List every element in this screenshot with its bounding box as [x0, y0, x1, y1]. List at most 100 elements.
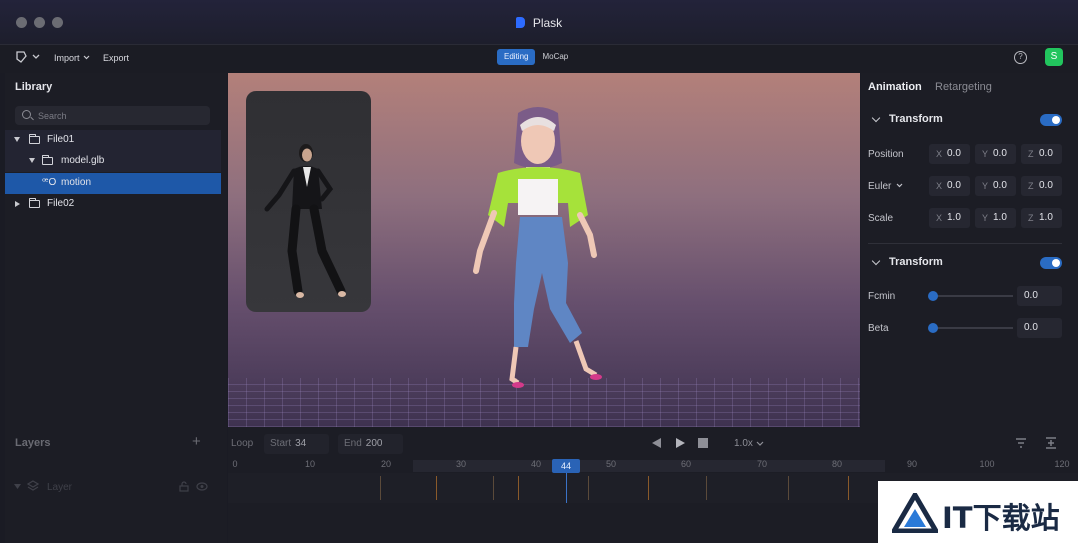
chevron-down-icon[interactable] [32, 54, 40, 60]
tree-item-label: model.glb [61, 155, 105, 166]
tick-label: 70 [756, 459, 768, 469]
playback-speed-select[interactable]: 1.0x [734, 438, 753, 449]
keyframe-marker[interactable] [380, 476, 381, 500]
beta-slider[interactable] [933, 327, 1013, 329]
tick-label: 60 [680, 459, 692, 469]
euler-y-field[interactable]: Y 0.0 [975, 176, 1016, 196]
plask-logo-icon [515, 17, 525, 28]
tab-animation[interactable]: Animation [868, 81, 922, 93]
end-frame-field[interactable]: End 200 [338, 434, 403, 454]
scale-y-field[interactable]: Y 1.0 [975, 208, 1016, 228]
3d-character-model [473, 107, 602, 388]
unlock-icon[interactable] [179, 481, 190, 492]
tree-item-motion[interactable]: ꟹO motion [5, 173, 221, 194]
import-menu[interactable]: Import [54, 53, 80, 63]
keyframe-marker[interactable] [493, 476, 494, 500]
caret-down-icon[interactable] [29, 158, 35, 163]
position-y-field[interactable]: Y 0.0 [975, 144, 1016, 164]
filter-icon[interactable] [1014, 436, 1028, 450]
library-panel: Library File01 model.glb ꟹO motion File0… [5, 73, 227, 543]
stop-icon[interactable] [698, 438, 708, 448]
euler-z-value: 0.0 [1039, 180, 1053, 191]
keyframe-marker[interactable] [648, 476, 649, 500]
site-watermark: IT下载站 [878, 481, 1078, 543]
tab-retargeting[interactable]: Retargeting [935, 81, 992, 93]
scale-y-value: 1.0 [993, 212, 1007, 223]
keyframe-marker[interactable] [588, 476, 589, 500]
start-frame-field[interactable]: Start 34 [264, 434, 329, 454]
export-menu[interactable]: Export [103, 53, 129, 63]
tick-label: 120 [1054, 459, 1070, 469]
user-avatar[interactable]: S [1045, 48, 1063, 66]
tree-item-model-glb[interactable]: model.glb [5, 151, 221, 172]
euler-dropdown[interactable]: Euler [868, 181, 891, 192]
position-y-value: 0.0 [993, 148, 1007, 159]
reference-person-image [264, 144, 346, 298]
keyframe-marker[interactable] [788, 476, 789, 500]
euler-y-value: 0.0 [993, 180, 1007, 191]
keyframe-marker[interactable] [706, 476, 707, 500]
title-bar: Plask [0, 0, 1078, 45]
keyframe-marker[interactable] [518, 476, 519, 500]
properties-panel: Animation Retargeting Transform Position… [861, 73, 1078, 427]
start-value: 34 [295, 438, 307, 449]
tick-label: 30 [455, 459, 467, 469]
end-value: 200 [365, 438, 383, 449]
editing-mode-button[interactable]: Editing [497, 49, 536, 65]
search-input[interactable] [38, 108, 203, 123]
frame-ruler[interactable]: 0 10 20 30 40 50 60 70 80 90 100 120 [228, 459, 1078, 473]
collapse-chevron-icon[interactable] [871, 113, 881, 123]
position-x-field[interactable]: X 0.0 [929, 144, 970, 164]
fit-icon[interactable] [1044, 436, 1058, 450]
3d-viewport[interactable] [228, 73, 860, 427]
library-title: Library [15, 81, 53, 93]
tick-label: 0 [232, 459, 238, 469]
keyframe-marker[interactable] [848, 476, 849, 500]
loop-toggle[interactable]: Loop [231, 438, 253, 449]
section-divider [868, 243, 1062, 244]
scale-z-field[interactable]: Z 1.0 [1021, 208, 1062, 228]
tick-label: 80 [831, 459, 843, 469]
help-icon[interactable]: ? [1014, 51, 1027, 64]
caret-right-icon[interactable] [15, 201, 20, 207]
window-title: Plask [0, 16, 1078, 30]
position-z-value: 0.0 [1039, 148, 1053, 159]
fcmin-label: Fcmin [868, 291, 896, 302]
speed-chevron-icon [756, 441, 764, 446]
tree-item-file01[interactable]: File01 [5, 130, 221, 151]
collapse-chevron-icon[interactable] [871, 256, 881, 266]
window-title-text: Plask [532, 16, 563, 30]
reference-video[interactable] [246, 91, 371, 312]
euler-x-field[interactable]: X 0.0 [929, 176, 970, 196]
transform-toggle-2[interactable] [1040, 257, 1062, 269]
keyframe-marker[interactable] [436, 476, 437, 500]
fcmin-value-field[interactable]: 0.0 [1017, 286, 1062, 306]
start-label: Start [270, 438, 292, 449]
mocap-mode-button[interactable]: MoCap [535, 49, 575, 65]
fcmin-slider-handle[interactable] [928, 291, 938, 301]
tree-item-file02[interactable]: File02 [5, 194, 221, 215]
scale-x-field[interactable]: X 1.0 [929, 208, 970, 228]
app-menu-icon[interactable] [14, 50, 28, 64]
tick-label: 20 [380, 459, 392, 469]
position-z-field[interactable]: Z 0.0 [1021, 144, 1062, 164]
step-back-icon[interactable] [650, 437, 662, 449]
eye-icon[interactable] [196, 482, 208, 491]
import-chevron-icon [83, 55, 90, 60]
watermark-text: IT下载站 [942, 501, 1060, 535]
fcmin-slider[interactable] [933, 295, 1013, 297]
add-layer-icon[interactable]: + [192, 433, 201, 450]
caret-down-icon[interactable] [14, 484, 21, 489]
transform-toggle[interactable] [1040, 114, 1062, 126]
transform-section-title: Transform [889, 113, 943, 125]
tree-item-label: File02 [47, 198, 75, 209]
caret-down-icon[interactable] [14, 137, 20, 142]
beta-slider-handle[interactable] [928, 323, 938, 333]
playhead[interactable]: 44 [552, 459, 580, 473]
end-label: End [344, 438, 362, 449]
euler-z-field[interactable]: Z 0.0 [1021, 176, 1062, 196]
play-icon[interactable] [674, 437, 686, 449]
scale-label: Scale [868, 213, 894, 224]
playhead-line [566, 473, 567, 503]
beta-value-field[interactable]: 0.0 [1017, 318, 1062, 338]
